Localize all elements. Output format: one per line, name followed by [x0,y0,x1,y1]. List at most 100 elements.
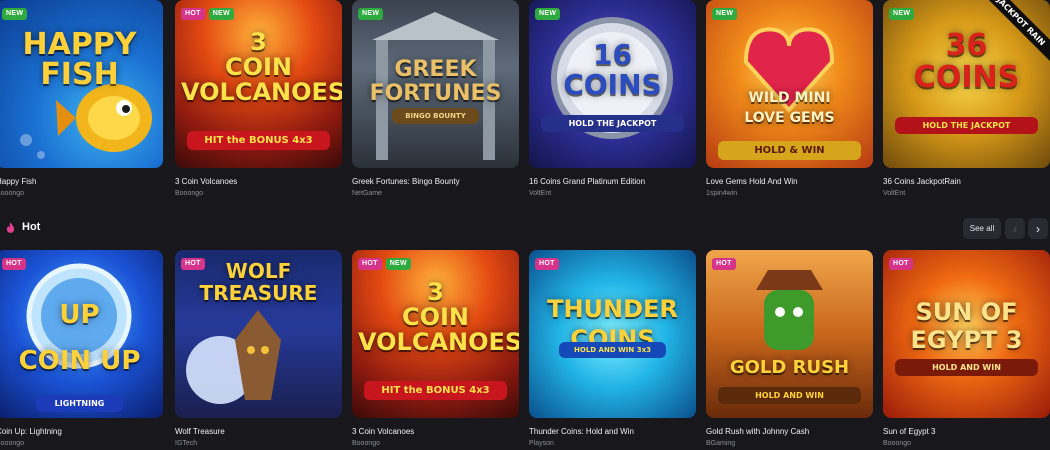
game-card[interactable]: 36 COINS HOLD THE JACKPOT JACKPOT RAIN N… [883,0,1050,198]
badges: NEW [712,8,738,20]
new-badge: NEW [208,8,234,20]
game-art-title: 3 COIN VOLCANOES [358,278,519,356]
hot-badge: HOT [535,258,559,270]
see-all-button[interactable]: See all [963,218,1001,239]
flame-icon [6,222,15,233]
game-art-title: HAPPY FISH [22,27,137,92]
game-title[interactable]: Wolf Treasure [175,427,342,437]
game-card[interactable]: UP COIN UP LIGHTNING HOT Coin Up: Lightn… [0,250,163,448]
game-provider: IGTech [175,440,198,447]
game-card[interactable]: WOLF TREASURE HOT Wolf Treasure IGTech [175,250,342,448]
badges: HOT NEW [358,258,411,270]
game-thumbnail[interactable]: THUNDER COINS HOLD AND WIN 3x3 HOT [529,250,696,418]
game-thumbnail[interactable]: GREEK FORTUNES BINGO BOUNTY NEW [352,0,519,168]
game-title[interactable]: Thunder Coins: Hold and Win [529,427,696,437]
game-card[interactable]: GREEK FORTUNES BINGO BOUNTY NEW Greek Fo… [352,0,519,198]
badges: NEW [889,8,915,20]
game-thumbnail[interactable]: UP COIN UP LIGHTNING HOT [0,250,163,418]
game-provider: 1spin4win [706,190,738,197]
game-art-subtitle: LIGHTNING [36,395,123,412]
new-badge: NEW [358,8,384,20]
badges: NEW [358,8,384,20]
game-art-subtitle: HIT the BONUS 4x3 [364,381,507,400]
badges: HOT [712,258,736,270]
game-art-title: 3 COIN VOLCANOES [181,28,342,106]
game-provider: Booongo [0,190,25,197]
game-provider: Playson [529,440,554,447]
game-thumbnail[interactable]: 3 COIN VOLCANOES HIT the BONUS 4x3 HOT N… [175,0,342,168]
game-title[interactable]: Greek Fortunes: Bingo Bounty [352,177,519,187]
game-thumbnail[interactable]: 36 COINS HOLD THE JACKPOT JACKPOT RAIN N… [883,0,1050,168]
game-art-subtitle: HOLD AND WIN [718,387,861,404]
game-art-title: WILD MINI LOVE GEMS [744,90,835,126]
game-card[interactable]: 3 COIN VOLCANOES HIT the BONUS 4x3 HOT N… [175,0,342,198]
game-card[interactable]: WILD MINI LOVE GEMS HOLD & WIN NEW Love … [706,0,873,198]
badges: NEW [535,8,561,20]
game-provider: Booongo [352,440,381,447]
game-art-subtitle: HOLD & WIN [718,141,861,160]
game-provider: VoltEnt [883,190,906,197]
game-art-subtitle: HIT the BONUS 4x3 [187,131,330,150]
game-thumbnail[interactable]: 16 COINS HOLD THE JACKPOT NEW [529,0,696,168]
game-provider: NetGame [352,190,382,197]
new-badge: NEW [2,8,28,20]
game-title[interactable]: Happy Fish [0,177,163,187]
game-title[interactable]: 3 Coin Volcanoes [175,177,342,187]
game-card[interactable]: HAPPY FISH NEW Happy Fish Booongo [0,0,163,198]
hot-badge: HOT [358,258,382,270]
game-art-subtitle: HOLD AND WIN [895,359,1038,376]
game-thumbnail[interactable]: 3 COIN VOLCANOES HIT the BONUS 4x3 HOT N… [352,250,519,418]
new-badge: NEW [385,258,411,270]
game-provider: Booongo [883,440,912,447]
hot-badge: HOT [889,258,913,270]
game-title[interactable]: 36 Coins JackpotRain [883,177,1050,187]
badges: NEW [2,8,28,20]
game-provider: VoltEnt [529,190,552,197]
game-thumbnail[interactable]: HAPPY FISH NEW [0,0,163,168]
game-art-title: 16 COINS [563,38,662,101]
game-art-subtitle: HOLD THE JACKPOT [895,117,1038,134]
game-art-subtitle: HOLD AND WIN 3x3 [559,342,666,358]
game-provider: Booongo [175,190,204,197]
game-art-subtitle: HOLD THE JACKPOT [541,115,684,132]
game-art-title: GREEK FORTUNES [369,57,502,106]
game-title[interactable]: 16 Coins Grand Platinum Edition [529,177,696,187]
game-art-title: GOLD RUSH [729,357,850,378]
hot-section-header: Hot See all ‹ › [0,218,1050,240]
game-title[interactable]: 3 Coin Volcanoes [352,427,519,437]
game-provider: BGaming [706,440,736,447]
game-title[interactable]: Sun of Egypt 3 [883,427,1050,437]
game-thumbnail[interactable]: WILD MINI LOVE GEMS HOLD & WIN NEW [706,0,873,168]
game-thumbnail[interactable]: WOLF TREASURE HOT [175,250,342,418]
hot-badge: HOT [181,8,205,20]
hot-badge: HOT [2,258,26,270]
hot-badge: HOT [181,258,205,270]
game-title[interactable]: Gold Rush with Johnny Cash [706,427,873,437]
chevron-right-icon[interactable]: › [1028,218,1048,239]
game-art-title: 36 COINS [913,28,1020,95]
new-badge: NEW [889,8,915,20]
hot-badge: HOT [712,258,736,270]
game-title[interactable]: Love Gems Hold And Win [706,177,873,187]
game-thumbnail[interactable]: GOLD RUSH HOLD AND WIN HOT [706,250,873,418]
game-provider: Booongo [0,440,25,447]
game-art-title: UP COIN UP [18,300,141,376]
section-title: Hot [22,221,41,233]
badges: HOT [889,258,913,270]
new-badge: NEW [712,8,738,20]
game-card[interactable]: THUNDER COINS HOLD AND WIN 3x3 HOT Thund… [529,250,696,448]
game-art-title: SUN OF EGYPT 3 [910,298,1023,354]
chevron-left-icon[interactable]: ‹ [1005,218,1025,239]
badges: HOT [535,258,559,270]
game-card[interactable]: SUN OF EGYPT 3 HOLD AND WIN HOT Sun of E… [883,250,1050,448]
game-card[interactable]: GOLD RUSH HOLD AND WIN HOT Gold Rush wit… [706,250,873,448]
badges: HOT [2,258,26,270]
new-badge: NEW [535,8,561,20]
game-art-subtitle: BINGO BOUNTY [392,108,479,124]
badges: HOT NEW [181,8,234,20]
game-card[interactable]: 16 COINS HOLD THE JACKPOT NEW 16 Coins G… [529,0,696,198]
game-card[interactable]: 3 COIN VOLCANOES HIT the BONUS 4x3 HOT N… [352,250,519,448]
game-thumbnail[interactable]: SUN OF EGYPT 3 HOLD AND WIN HOT [883,250,1050,418]
game-title[interactable]: Coin Up: Lightning [0,427,163,437]
badges: HOT [181,258,205,270]
